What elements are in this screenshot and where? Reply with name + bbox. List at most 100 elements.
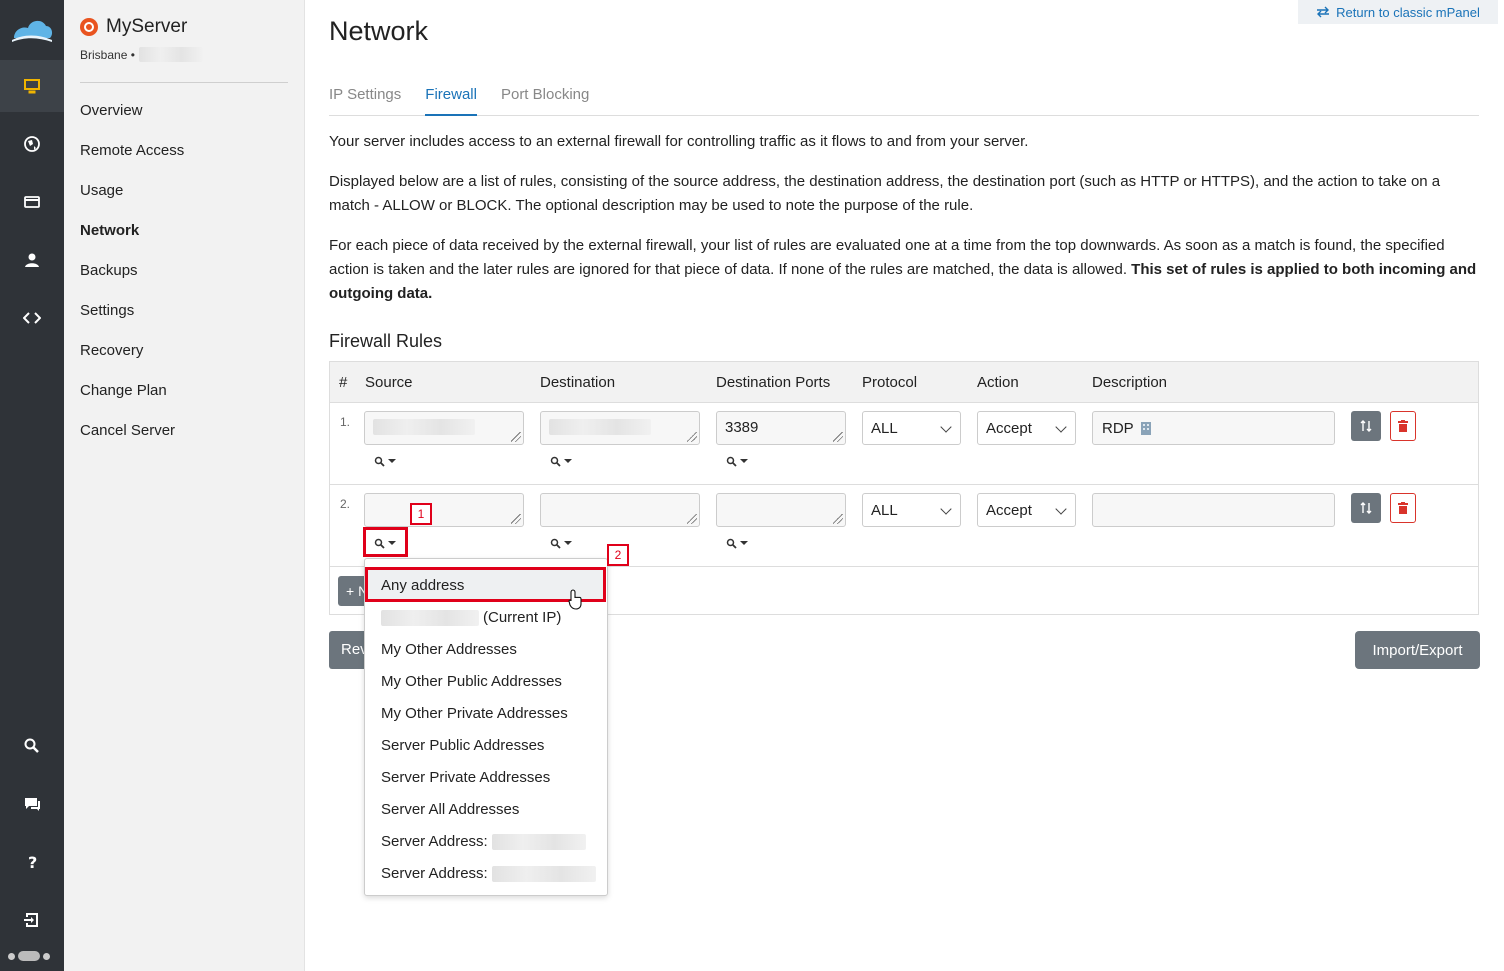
option-current-ip[interactable]: (Current IP) [381, 602, 561, 634]
rail-domains[interactable] [0, 118, 64, 170]
col-protocol: Protocol [862, 374, 918, 391]
source-field[interactable] [364, 493, 524, 527]
option-server-public-addresses[interactable]: Server Public Addresses [381, 730, 544, 762]
delete-rule-button[interactable] [1390, 411, 1416, 441]
option-my-other-private-addresses[interactable]: My Other Private Addresses [381, 698, 568, 730]
nav-settings[interactable]: Settings [80, 300, 184, 340]
svg-text:?: ? [28, 853, 37, 871]
rail-help[interactable]: ? [0, 836, 64, 888]
rail-billing[interactable] [0, 176, 64, 228]
network-tabs: IP Settings Firewall Port Blocking [329, 86, 1479, 116]
sort-arrows-icon [1360, 420, 1372, 432]
toggle-track [18, 951, 40, 961]
caret-down-icon [740, 541, 748, 545]
theme-toggle[interactable] [8, 951, 50, 961]
rail-search[interactable] [0, 720, 64, 772]
ports-lookup-button[interactable] [726, 533, 748, 553]
nav-overview[interactable]: Overview [80, 100, 184, 140]
nav-backups[interactable]: Backups [80, 260, 184, 300]
chat-icon [25, 798, 40, 811]
tab-firewall[interactable]: Firewall [425, 86, 477, 116]
nav-change-plan[interactable]: Change Plan [80, 380, 184, 420]
tab-ip-settings[interactable]: IP Settings [329, 86, 401, 116]
trash-icon [1398, 502, 1408, 514]
destination-lookup-button[interactable] [550, 533, 572, 553]
redacted-ip [138, 47, 203, 62]
action-select[interactable]: Accept [977, 411, 1076, 445]
server-location: Brisbane • [80, 47, 135, 62]
move-rule-button[interactable] [1351, 411, 1381, 441]
sidebar-divider [80, 82, 288, 83]
delete-rule-button[interactable] [1390, 493, 1416, 523]
nav-cancel-server[interactable]: Cancel Server [80, 420, 184, 460]
intro-paragraph-2: Displayed below are a list of rules, con… [329, 173, 1441, 214]
redacted-source [373, 419, 475, 435]
classic-mpanel-link[interactable]: Return to classic mPanel [1298, 0, 1498, 24]
swap-arrows-icon [1317, 6, 1330, 18]
option-server-all-addresses[interactable]: Server All Addresses [381, 794, 519, 826]
destination-field[interactable] [540, 411, 700, 445]
col-number: # [339, 374, 348, 391]
sort-arrows-icon [1360, 502, 1372, 514]
option-server-address-2-label: Server Address: [381, 865, 488, 882]
rail-chat[interactable] [0, 778, 64, 830]
chevron-down-icon [940, 421, 952, 433]
nav-network[interactable]: Network [80, 220, 184, 260]
row-number: 2. [340, 497, 351, 511]
redacted-destination [549, 419, 651, 435]
redacted-server-address [491, 866, 596, 882]
ports-field[interactable] [716, 493, 846, 527]
magnifier-icon [726, 538, 737, 549]
option-server-address-1-label: Server Address: [381, 833, 488, 850]
protocol-value: ALL [871, 502, 898, 519]
caret-down-icon [564, 541, 572, 545]
redacted-server-address [491, 834, 586, 850]
action-value: Accept [986, 502, 1032, 519]
classic-link-label: Return to classic mPanel [1336, 4, 1480, 20]
rail-logout[interactable] [0, 894, 64, 946]
nav-remote-access[interactable]: Remote Access [80, 140, 184, 180]
ports-lookup-button[interactable] [726, 451, 748, 471]
source-lookup-button[interactable] [374, 451, 396, 471]
description-field[interactable] [1092, 493, 1335, 527]
protocol-select[interactable]: ALL [862, 493, 961, 527]
annotation-box-1 [363, 527, 408, 557]
caret-down-icon [564, 459, 572, 463]
protocol-select[interactable]: ALL [862, 411, 961, 445]
description-field[interactable]: RDP [1092, 411, 1335, 445]
server-header: MyServer Brisbane • [80, 16, 288, 62]
intro-paragraph-3: For each piece of data received by the e… [329, 234, 1479, 306]
tab-port-blocking[interactable]: Port Blocking [501, 86, 589, 116]
rail-account[interactable] [0, 234, 64, 286]
col-source: Source [365, 374, 413, 391]
option-my-other-addresses[interactable]: My Other Addresses [381, 634, 517, 666]
nav-recovery[interactable]: Recovery [80, 340, 184, 380]
ubuntu-os-icon [80, 18, 98, 36]
table-row: 1. 3389 ALL Accept RDP [330, 403, 1478, 485]
rail-servers[interactable] [0, 60, 64, 112]
destination-lookup-button[interactable] [550, 451, 572, 471]
option-server-address-1[interactable]: Server Address: [381, 826, 586, 858]
source-field[interactable] [364, 411, 524, 445]
magnifier-icon [726, 456, 737, 467]
nav-usage[interactable]: Usage [80, 180, 184, 220]
import-export-button[interactable]: Import/Export [1355, 631, 1480, 669]
ports-field[interactable]: 3389 [716, 411, 846, 445]
page-title: Network [329, 16, 429, 46]
move-rule-button[interactable] [1351, 493, 1381, 523]
icon-rail: ? [0, 0, 64, 971]
option-server-private-addresses[interactable]: Server Private Addresses [381, 762, 550, 794]
col-description: Description [1092, 374, 1168, 391]
firewall-rules-title: Firewall Rules [329, 331, 443, 351]
protocol-value: ALL [871, 420, 898, 437]
row-number: 1. [340, 415, 351, 429]
cloud-logo-icon[interactable] [10, 12, 54, 46]
action-select[interactable]: Accept [977, 493, 1076, 527]
option-my-other-public-addresses[interactable]: My Other Public Addresses [381, 666, 562, 698]
option-server-address-2[interactable]: Server Address: [381, 858, 596, 890]
table-header: # Source Destination Destination Ports P… [330, 362, 1478, 403]
rail-api[interactable] [0, 292, 64, 344]
destination-field[interactable] [540, 493, 700, 527]
monitor-icon [24, 79, 40, 94]
server-sidebar: MyServer Brisbane • Overview Remote Acce… [64, 0, 305, 971]
